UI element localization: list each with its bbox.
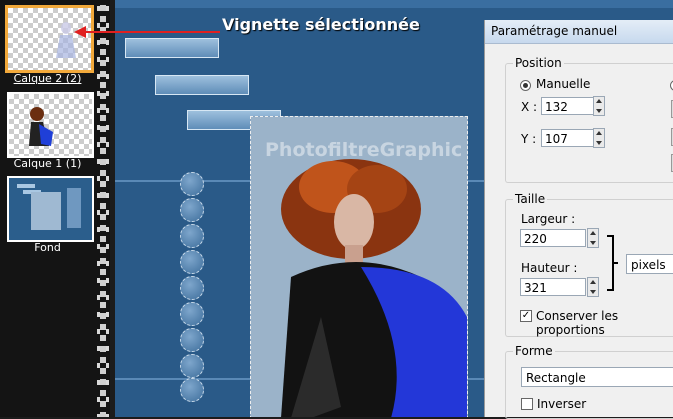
layer-thumbnail-calque-1[interactable]: [7, 92, 94, 158]
decor-bead: [180, 172, 204, 196]
position-group-label: Position: [513, 56, 564, 70]
link-bracket-icon: [607, 235, 618, 291]
unit-select[interactable]: pixels: [626, 254, 673, 274]
decor-bead: [180, 302, 204, 326]
portrait-image: [251, 117, 467, 417]
shape-select[interactable]: Rectangle: [521, 367, 673, 387]
y-input[interactable]: 107: [541, 129, 597, 147]
decor-bead: [180, 198, 204, 222]
height-spinner[interactable]: [587, 277, 599, 297]
shape-group-label: Forme: [513, 344, 555, 358]
width-spinner[interactable]: [587, 228, 599, 248]
decor-bead: [180, 224, 204, 248]
manual-mode-radio[interactable]: [520, 80, 531, 91]
layer-label-calque-2[interactable]: Calque 2 (2): [0, 72, 95, 85]
background-preview-icon: [9, 178, 88, 236]
canvas-top-edge: [115, 0, 673, 8]
decor-bead: [180, 354, 204, 378]
callout-label: Vignette sélectionnée: [222, 15, 420, 34]
manual-mode-label[interactable]: Manuelle: [536, 77, 590, 91]
manual-settings-dialog: Paramétrage manuel Position Manuelle X :…: [484, 20, 673, 419]
watermark-text: PhotofiltreGraphic: [265, 139, 463, 161]
keep-ratio-checkbox[interactable]: ✓: [520, 310, 532, 322]
layers-panel: Calque 2 (2) Calque 1 (1) Fond: [0, 0, 110, 417]
decor-bead: [180, 328, 204, 352]
invert-checkbox[interactable]: [521, 398, 533, 410]
layer-label-fond[interactable]: Fond: [0, 241, 95, 254]
x-spinner[interactable]: [593, 96, 605, 116]
decor-bead: [180, 276, 204, 300]
woman-figure-icon: [29, 107, 53, 146]
x-label: X :: [521, 100, 538, 114]
invert-label[interactable]: Inverser: [537, 397, 586, 411]
width-label: Largeur :: [521, 212, 576, 226]
layer-thumbnail-fond[interactable]: [7, 176, 94, 242]
selected-layer-photo[interactable]: PhotofiltreGraphic: [250, 116, 468, 417]
keep-ratio-label[interactable]: Conserver les proportions: [536, 309, 673, 337]
decor-bar: [155, 75, 249, 95]
film-perforation: [97, 0, 109, 417]
layer-label-calque-1[interactable]: Calque 1 (1): [0, 157, 95, 170]
decor-bead: [180, 378, 204, 402]
size-group-label: Taille: [513, 192, 548, 206]
dialog-title-bar: Paramétrage manuel: [485, 20, 673, 44]
decor-bead: [180, 250, 204, 274]
height-label: Hauteur :: [521, 261, 578, 275]
height-input[interactable]: 321: [520, 278, 586, 296]
x-input[interactable]: 132: [541, 97, 597, 115]
dialog-title: Paramétrage manuel: [491, 24, 618, 38]
decor-bar: [125, 38, 219, 58]
width-input[interactable]: 220: [520, 229, 586, 247]
y-label: Y :: [521, 132, 537, 146]
callout-arrow-icon: [74, 26, 220, 38]
y-spinner[interactable]: [593, 128, 605, 148]
